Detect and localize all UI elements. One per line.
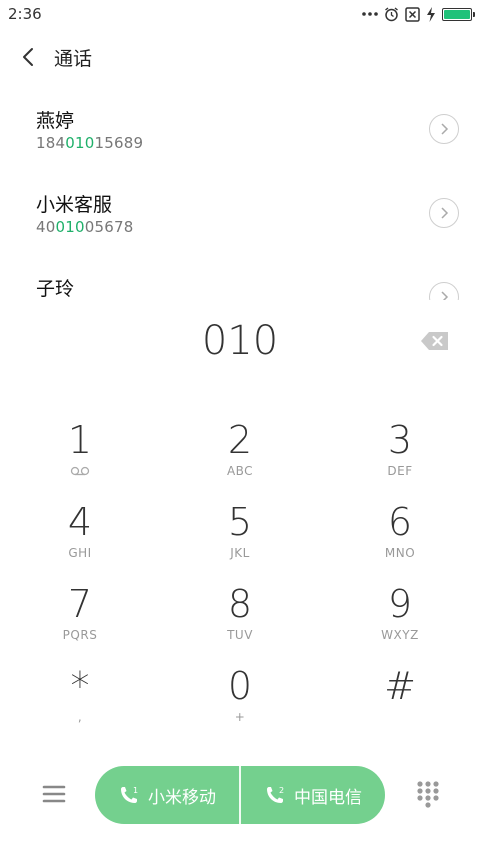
key-digit: *	[70, 664, 90, 708]
contact-name: 小米客服	[36, 194, 113, 216]
contact-suggestion-list: 燕婷 18401015689 小米客服 4001005678 子玲	[0, 90, 480, 300]
key-digit: 9	[387, 582, 413, 626]
contact-number: 4001005678	[36, 218, 133, 236]
contact-item[interactable]: 小米客服 4001005678	[0, 174, 480, 254]
bottom-bar: 1 小米移动 2 中国电信	[0, 766, 480, 826]
key-digit: 6	[387, 500, 413, 544]
battery-tip	[473, 11, 475, 17]
menu-icon[interactable]	[42, 782, 66, 806]
key-letters: GHI	[68, 546, 92, 560]
chevron-right-icon	[441, 291, 449, 300]
key-digit: 7	[67, 582, 93, 626]
call-sim1-label: 小米移动	[148, 787, 216, 808]
number-match: 010	[65, 134, 95, 152]
contact-number: 18401015689	[36, 134, 143, 152]
chevron-left-icon[interactable]	[18, 46, 40, 68]
contact-name: 燕婷	[36, 110, 75, 132]
key-digit: 5	[227, 500, 253, 544]
battery-icon	[442, 7, 475, 21]
key-hash[interactable]: #	[320, 656, 480, 738]
key-letters: DEF	[387, 464, 413, 478]
chevron-right-icon	[441, 123, 449, 135]
call-sim1-button[interactable]: 1 小米移动	[95, 766, 239, 824]
number-suffix: 15689	[94, 134, 144, 152]
key-0[interactable]: 0 +	[160, 656, 320, 738]
sim2-label: 2	[279, 786, 284, 795]
battery-fill	[444, 9, 470, 19]
call-sim2-button[interactable]: 2 中国电信	[241, 766, 385, 824]
key-letters: ,	[77, 710, 83, 724]
sim1-label: 1	[133, 786, 138, 795]
key-letters: JKL	[230, 546, 250, 560]
key-letters: ABC	[226, 464, 254, 478]
number-prefix: 184	[36, 134, 66, 152]
chevron-right-icon	[441, 207, 449, 219]
page-title: 通话	[54, 48, 93, 70]
call-divider	[239, 766, 241, 824]
contact-item[interactable]: 子玲	[0, 258, 480, 300]
backspace-icon[interactable]	[420, 330, 450, 352]
key-1[interactable]: 1	[0, 410, 160, 492]
contact-detail-button[interactable]	[429, 114, 459, 144]
key-digit: 2	[227, 418, 253, 462]
key-2[interactable]: 2 ABC	[160, 410, 320, 492]
key-letters: +	[234, 710, 246, 724]
key-digit: 3	[387, 418, 413, 462]
key-digit: #	[384, 664, 416, 708]
status-bar: 2:36	[0, 0, 480, 28]
alarm-icon	[385, 6, 398, 21]
status-icons	[362, 6, 475, 22]
key-digit: 8	[227, 582, 253, 626]
contact-detail-button[interactable]	[429, 198, 459, 228]
key-4[interactable]: 4 GHI	[0, 492, 160, 574]
key-letters: TUV	[227, 628, 253, 642]
key-letters: PQRS	[62, 628, 98, 642]
key-9[interactable]: 9 WXYZ	[320, 574, 480, 656]
key-3[interactable]: 3 DEF	[320, 410, 480, 492]
key-7[interactable]: 7 PQRS	[0, 574, 160, 656]
contact-detail-button[interactable]	[429, 282, 459, 300]
key-8[interactable]: 8 TUV	[160, 574, 320, 656]
key-6[interactable]: 6 MNO	[320, 492, 480, 574]
contact-name: 子玲	[36, 278, 75, 300]
call-sim2-label: 中国电信	[294, 787, 362, 808]
dial-number-display[interactable]: 010	[0, 318, 480, 370]
key-digit: 1	[67, 418, 93, 462]
dialpad-toggle-icon[interactable]	[416, 780, 440, 810]
key-letters: MNO	[384, 546, 416, 560]
key-digit: 0	[227, 664, 253, 708]
number-prefix: 40	[36, 218, 56, 236]
phone-sim2-icon: 2	[267, 786, 284, 803]
number-match: 010	[55, 218, 85, 236]
key-5[interactable]: 5 JKL	[160, 492, 320, 574]
header: 通话	[0, 36, 480, 80]
contact-item[interactable]: 燕婷 18401015689	[0, 90, 480, 170]
number-suffix: 05678	[84, 218, 134, 236]
status-time: 2:36	[8, 5, 42, 23]
key-letters: WXYZ	[381, 628, 419, 642]
call-button-group: 1 小米移动 2 中国电信	[95, 766, 385, 824]
more-dots-icon	[362, 12, 378, 16]
charging-icon	[427, 6, 435, 22]
key-digit: 4	[67, 500, 93, 544]
phone-sim1-icon: 1	[121, 786, 138, 803]
no-sim-icon	[405, 6, 420, 22]
key-star[interactable]: * ,	[0, 656, 160, 738]
voicemail-icon	[70, 466, 90, 476]
